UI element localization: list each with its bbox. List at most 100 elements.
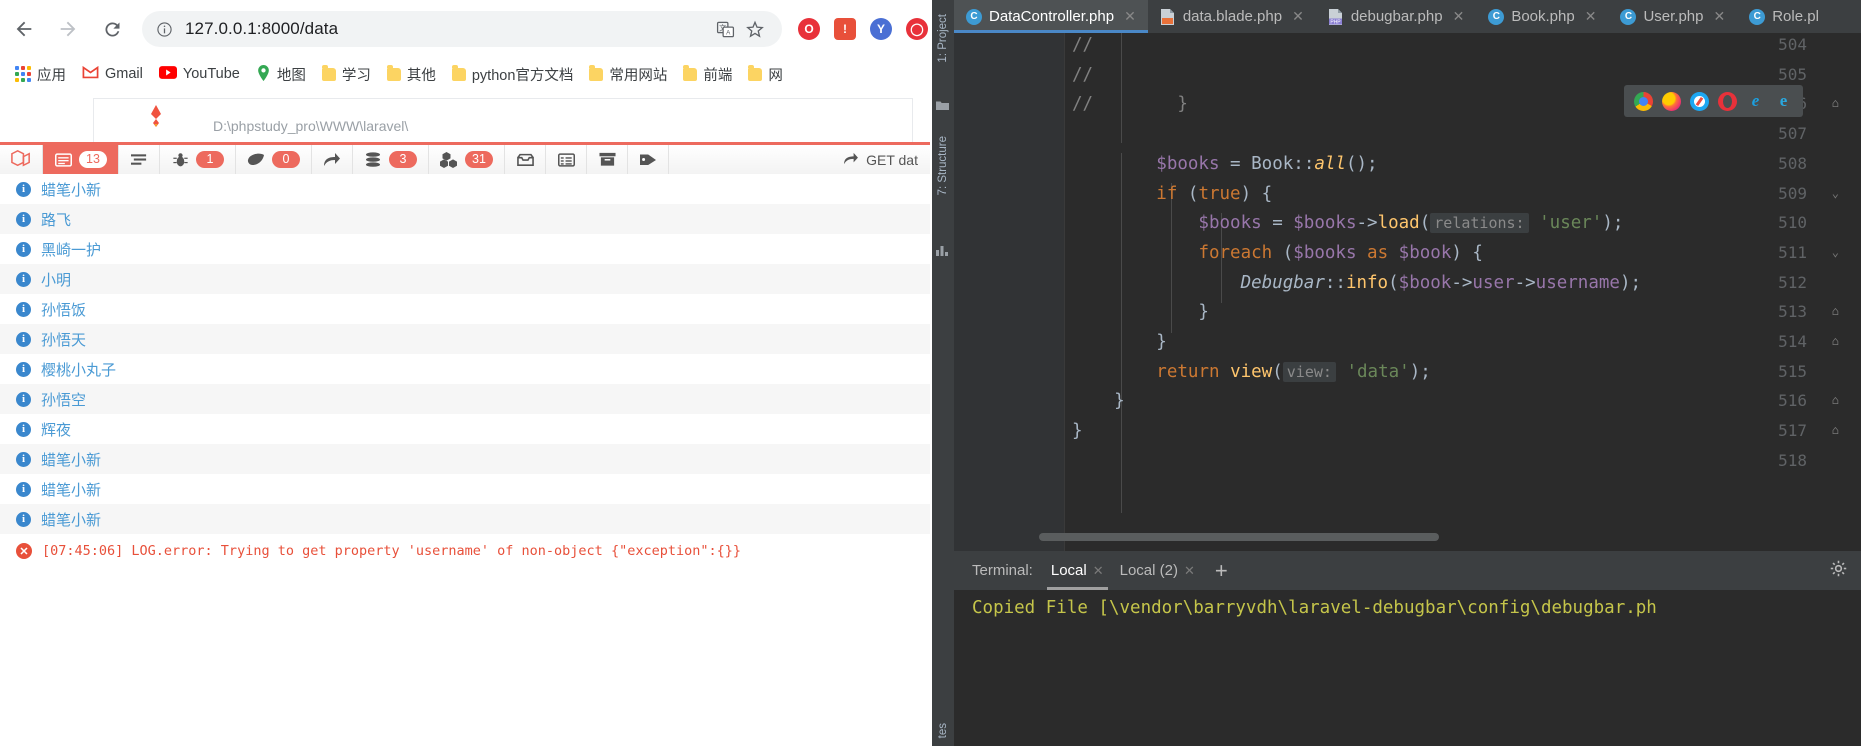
code-editor[interactable]: 504//505//506⌂// }507508 $books = Book::… <box>954 33 1861 551</box>
bookmark-folder-4[interactable]: 常用网站 <box>582 61 674 88</box>
open-in-browser-popup[interactable]: e e <box>1624 85 1803 117</box>
debugbar-tab-mails[interactable] <box>505 145 546 174</box>
list-item[interactable]: i 蜡笔小新 <box>0 474 932 504</box>
debugbar-tab-timeline[interactable] <box>119 145 160 174</box>
list-item[interactable]: i 樱桃小丸子 <box>0 354 932 384</box>
reload-button[interactable] <box>92 9 132 49</box>
tool-window-structure[interactable]: 7: Structure <box>937 136 949 195</box>
code-line[interactable]: } <box>1072 421 1083 441</box>
debugbar-tab-route[interactable] <box>312 145 353 174</box>
debugbar-messages-list[interactable]: i 蜡笔小新 i 路飞 i 黑崎一护 i 小明 i 孙悟饭 i 孙悟天 i 樱桃… <box>0 174 932 746</box>
code-fold-icon[interactable]: ⌂ <box>1832 334 1839 348</box>
tab-user[interactable]: C User.php ✕ <box>1608 0 1737 33</box>
tool-window-favorites[interactable]: tes <box>937 723 949 738</box>
opera-icon[interactable] <box>1718 91 1737 111</box>
opera-extension-icon[interactable]: O <box>796 16 822 42</box>
close-icon[interactable]: ✕ <box>1713 8 1725 25</box>
code-line[interactable]: $books = $books->load(relations: 'user')… <box>1072 213 1623 234</box>
warning-extension-icon[interactable]: ! <box>832 16 858 42</box>
bookmark-apps[interactable]: 应用 <box>8 61 73 88</box>
debugbar-tab-request[interactable] <box>546 145 587 174</box>
add-terminal-button[interactable]: + <box>1205 559 1238 582</box>
gear-icon[interactable] <box>1830 560 1861 582</box>
forward-button[interactable] <box>48 9 88 49</box>
code-line[interactable]: } <box>1072 391 1125 411</box>
safari-icon[interactable] <box>1690 91 1709 111</box>
close-icon[interactable]: ✕ <box>1292 8 1304 25</box>
list-item[interactable]: i 孙悟空 <box>0 384 932 414</box>
tab-role[interactable]: C Role.pl <box>1737 0 1831 33</box>
tab-datacontroller[interactable]: C DataController.php ✕ <box>954 0 1148 33</box>
close-icon[interactable]: ✕ <box>1184 563 1195 579</box>
editor-gutter[interactable] <box>954 33 1064 551</box>
tool-window-project[interactable]: 1: Project <box>937 14 949 63</box>
tab-book[interactable]: C Book.php ✕ <box>1476 0 1608 33</box>
list-item[interactable]: i 蜡笔小新 <box>0 174 932 204</box>
ie-icon[interactable]: e <box>1774 91 1793 111</box>
bookmark-folder-3[interactable]: python官方文档 <box>445 61 581 88</box>
close-icon[interactable]: ✕ <box>1453 8 1465 25</box>
another-extension-icon[interactable]: ◯ <box>904 16 930 42</box>
debugbar-tab-session[interactable] <box>587 145 628 174</box>
debugbar-tab-messages[interactable]: 13 <box>43 145 119 174</box>
close-icon[interactable]: ✕ <box>1585 8 1597 25</box>
translate-icon[interactable]: 文A <box>712 16 738 42</box>
code-line[interactable]: $books = Book::all(); <box>1072 154 1377 174</box>
bookmark-youtube[interactable]: YouTube <box>152 63 247 85</box>
list-item[interactable]: i 蜡笔小新 <box>0 504 932 534</box>
bookmark-folder-1[interactable]: 学习 <box>315 61 378 88</box>
code-line[interactable]: foreach ($books as $book) { <box>1072 243 1483 263</box>
code-fold-icon[interactable]: ⌂ <box>1832 96 1839 110</box>
list-item-error[interactable]: ✕ [07:45:06] LOG.error: Trying to get pr… <box>0 534 932 568</box>
code-fold-icon[interactable]: ⌂ <box>1832 393 1839 407</box>
tab-debugbar[interactable]: PHP debugbar.php ✕ <box>1316 0 1477 33</box>
debugbar-request-info[interactable]: GET dat <box>829 145 932 174</box>
code-line[interactable]: Debugbar::info($book->user->username); <box>1072 273 1641 293</box>
terminal-output[interactable]: Copied File [\vendor\barryvdh\laravel-de… <box>954 590 1861 746</box>
info-circle-icon[interactable] <box>156 21 173 38</box>
code-line[interactable]: // <box>1072 35 1093 55</box>
firefox-icon[interactable] <box>1662 91 1681 111</box>
yandex-extension-icon[interactable]: Y <box>868 16 894 42</box>
debugbar-tab-queries[interactable]: 3 <box>353 145 429 174</box>
edge-legacy-icon[interactable]: e <box>1746 91 1765 111</box>
list-item[interactable]: i 孙悟天 <box>0 324 932 354</box>
bookmark-folder-5[interactable]: 前端 <box>676 61 739 88</box>
code-line[interactable]: } <box>1072 332 1167 352</box>
code-line[interactable]: // } <box>1072 94 1188 114</box>
debugbar-tab-tags[interactable] <box>628 145 669 174</box>
bookmark-star-icon[interactable] <box>742 16 768 42</box>
editor-horizontal-scrollbar[interactable] <box>1039 533 1439 541</box>
code-fold-icon[interactable]: ⌂ <box>1832 304 1839 318</box>
back-button[interactable] <box>4 9 44 49</box>
list-item[interactable]: i 黑崎一护 <box>0 234 932 264</box>
terminal-tab-local2[interactable]: Local (2) ✕ <box>1114 558 1201 583</box>
address-bar[interactable]: 127.0.0.1:8000/data 文A <box>142 11 782 47</box>
code-fold-icon[interactable]: ⌂ <box>1832 423 1839 437</box>
code-fold-icon[interactable]: ⌄ <box>1832 186 1839 200</box>
bookmark-folder-2[interactable]: 其他 <box>380 61 443 88</box>
debugbar-tab-views[interactable]: 0 <box>236 145 312 174</box>
terminal-tab-local[interactable]: Local ✕ <box>1045 558 1110 590</box>
list-item[interactable]: i 路飞 <box>0 204 932 234</box>
list-item[interactable]: i 辉夜 <box>0 414 932 444</box>
code-line[interactable]: // <box>1072 65 1093 85</box>
code-line[interactable]: return view(view: 'data'); <box>1072 361 1431 382</box>
code-line[interactable]: if (true) { <box>1072 184 1272 204</box>
close-icon[interactable]: ✕ <box>1124 8 1136 25</box>
debugbar-tab-exceptions[interactable]: 1 <box>160 145 236 174</box>
bookmark-gmail[interactable]: Gmail <box>75 63 150 85</box>
code-line[interactable]: } <box>1072 302 1209 322</box>
list-item[interactable]: i 小明 <box>0 264 932 294</box>
chrome-icon[interactable] <box>1634 91 1653 111</box>
bookmark-maps[interactable]: 地图 <box>249 61 313 88</box>
tab-data-blade[interactable]: data.blade.php ✕ <box>1148 0 1316 33</box>
laravel-logo-icon[interactable] <box>0 145 43 174</box>
code-fold-icon[interactable]: ⌄ <box>1832 245 1839 259</box>
list-item[interactable]: i 蜡笔小新 <box>0 444 932 474</box>
folder-icon[interactable] <box>936 100 949 114</box>
close-icon[interactable]: ✕ <box>1093 563 1104 579</box>
bookmark-folder-6[interactable]: 网 <box>741 61 790 88</box>
list-item[interactable]: i 孙悟饭 <box>0 294 932 324</box>
debugbar-tab-models[interactable]: 31 <box>429 145 505 174</box>
